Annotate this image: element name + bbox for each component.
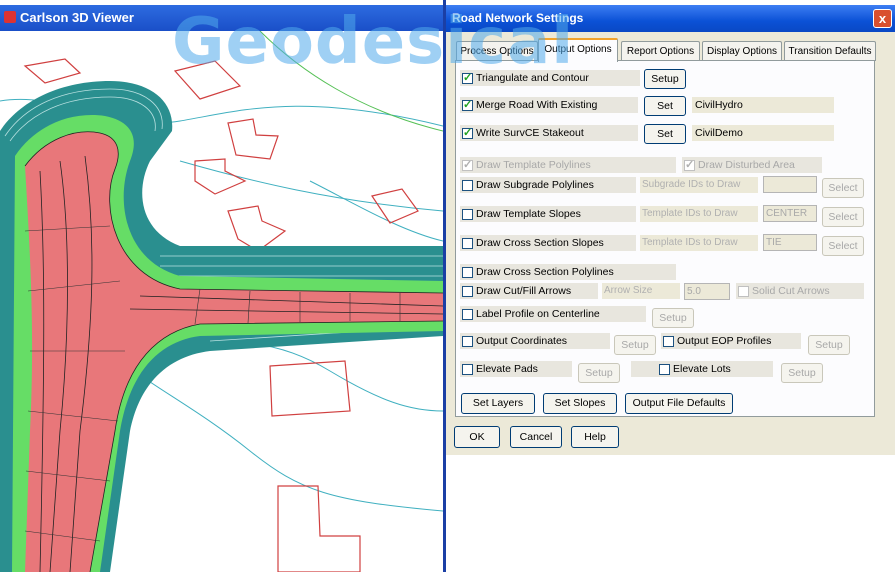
close-icon[interactable]: x: [873, 9, 892, 28]
boundary-line: [259, 30, 443, 132]
draw-template-slopes-label: Draw Template Slopes: [476, 208, 581, 220]
viewer-canvas[interactable]: [0, 30, 443, 572]
output-eop-label: Output EOP Profiles: [677, 335, 772, 347]
label-profile-setup-button[interactable]: Setup: [652, 308, 694, 328]
merge-road-checkbox[interactable]: Merge Road With Existing: [462, 97, 597, 113]
output-coordinates-setup-button[interactable]: Setup: [614, 335, 656, 355]
elevate-pads-label: Elevate Pads: [476, 363, 538, 375]
draw-template-polylines-checkbox[interactable]: Draw Template Polylines: [462, 157, 591, 173]
template-ids-input[interactable]: CENTER: [763, 205, 817, 222]
triangulate-setup-button[interactable]: Setup: [644, 69, 686, 89]
tab-display-options[interactable]: Display Options: [702, 41, 782, 61]
road-network-settings-dialog: Road Network Settings x Process Options …: [446, 5, 895, 455]
draw-subgrade-checkbox[interactable]: Draw Subgrade Polylines: [462, 177, 594, 193]
subgrade-ids-input[interactable]: [763, 176, 817, 193]
draw-template-polylines-label: Draw Template Polylines: [476, 159, 591, 171]
cross-section-ids-label: Template IDs to Draw: [640, 235, 758, 251]
elevate-lots-checkbox[interactable]: Elevate Lots: [659, 361, 731, 377]
elevate-lots-setup-button[interactable]: Setup: [781, 363, 823, 383]
checkbox-box[interactable]: [684, 158, 695, 171]
elevate-pads-checkbox[interactable]: Elevate Pads: [462, 361, 538, 377]
draw-subgrade-label: Draw Subgrade Polylines: [476, 179, 594, 191]
viewer-title-bar: Carlson 3D Viewer: [0, 5, 443, 31]
set-layers-button[interactable]: Set Layers: [461, 393, 535, 414]
tab-transition-defaults[interactable]: Transition Defaults: [784, 41, 876, 61]
draw-cut-fill-arrows-checkbox[interactable]: Draw Cut/Fill Arrows: [462, 283, 571, 299]
checkbox-box[interactable]: [663, 335, 674, 347]
checkbox-box[interactable]: [462, 98, 473, 111]
write-survce-label: Write SurvCE Stakeout: [476, 127, 584, 139]
checkbox-box[interactable]: [462, 363, 473, 375]
help-button[interactable]: Help: [571, 426, 619, 448]
draw-disturbed-area-label: Draw Disturbed Area: [698, 159, 795, 171]
checkbox-box[interactable]: [462, 158, 473, 171]
set-slopes-button[interactable]: Set Slopes: [543, 393, 617, 414]
label-profile-label: Label Profile on Centerline: [476, 308, 600, 320]
template-ids-label: Template IDs to Draw: [640, 206, 758, 222]
survce-file-value: CivilDemo: [692, 125, 834, 141]
subgrade-select-button[interactable]: Select: [822, 178, 864, 198]
dialog-title: Road Network Settings: [446, 5, 895, 32]
subgrade-ids-label: Subgrade IDs to Draw: [640, 177, 758, 193]
checkbox-box[interactable]: [462, 71, 473, 84]
road-surface: [25, 131, 443, 572]
output-eop-setup-button[interactable]: Setup: [808, 335, 850, 355]
output-coordinates-label: Output Coordinates: [476, 335, 568, 347]
carlson-app-icon: [4, 11, 16, 23]
arrow-size-input[interactable]: 5.0: [684, 283, 730, 300]
output-options-panel: Triangulate and Contour Setup Merge Road…: [455, 60, 875, 417]
tab-process-options[interactable]: Process Options: [456, 41, 538, 61]
empty-area: [446, 455, 895, 572]
output-eop-checkbox[interactable]: Output EOP Profiles: [663, 333, 771, 349]
write-survce-set-button[interactable]: Set: [644, 124, 686, 144]
viewer-title: Carlson 3D Viewer: [20, 10, 134, 25]
triangulate-label: Triangulate and Contour: [476, 72, 589, 84]
checkbox-box[interactable]: [462, 208, 473, 220]
checkbox-box[interactable]: [462, 126, 473, 139]
write-survce-checkbox[interactable]: Write SurvCE Stakeout: [462, 125, 584, 141]
draw-cross-section-polylines-checkbox[interactable]: Draw Cross Section Polylines: [462, 264, 614, 280]
tab-report-options[interactable]: Report Options: [621, 41, 700, 61]
arrow-size-label: Arrow Size: [602, 283, 680, 299]
cross-section-select-button[interactable]: Select: [822, 236, 864, 256]
ok-button[interactable]: OK: [454, 426, 500, 448]
merge-file-value: CivilHydro: [692, 97, 834, 113]
elevate-lots-label: Elevate Lots: [673, 363, 731, 375]
output-file-defaults-button[interactable]: Output File Defaults: [625, 393, 733, 414]
checkbox-box[interactable]: [462, 179, 473, 191]
draw-template-slopes-checkbox[interactable]: Draw Template Slopes: [462, 206, 581, 222]
merge-set-button[interactable]: Set: [644, 96, 686, 116]
output-coordinates-checkbox[interactable]: Output Coordinates: [462, 333, 567, 349]
triangulate-checkbox[interactable]: Triangulate and Contour: [462, 70, 589, 86]
merge-road-label: Merge Road With Existing: [476, 99, 598, 111]
checkbox-box[interactable]: [462, 335, 473, 347]
checkbox-box[interactable]: [462, 285, 473, 297]
solid-cut-arrows-label: Solid Cut Arrows: [752, 285, 830, 297]
draw-disturbed-area-checkbox[interactable]: Draw Disturbed Area: [684, 157, 795, 173]
draw-cross-section-polylines-label: Draw Cross Section Polylines: [476, 266, 614, 278]
elevate-pads-setup-button[interactable]: Setup: [578, 363, 620, 383]
cancel-button[interactable]: Cancel: [510, 426, 562, 448]
carlson-3d-viewer: Carlson 3D Viewer: [0, 0, 443, 572]
checkbox-box[interactable]: [462, 308, 473, 320]
solid-cut-arrows-checkbox[interactable]: Solid Cut Arrows: [738, 283, 830, 299]
label-profile-checkbox[interactable]: Label Profile on Centerline: [462, 306, 600, 322]
template-slopes-select-button[interactable]: Select: [822, 207, 864, 227]
draw-cross-section-slopes-checkbox[interactable]: Draw Cross Section Slopes: [462, 235, 604, 251]
checkbox-box[interactable]: [738, 285, 749, 297]
checkbox-box[interactable]: [462, 237, 473, 249]
cross-section-ids-input[interactable]: TIE: [763, 234, 817, 251]
checkbox-box[interactable]: [659, 363, 670, 375]
tab-output-options[interactable]: Output Options: [538, 38, 618, 62]
draw-cross-section-slopes-label: Draw Cross Section Slopes: [476, 237, 604, 249]
road-3d-drawing: [0, 30, 443, 572]
draw-cut-fill-arrows-label: Draw Cut/Fill Arrows: [476, 285, 572, 297]
checkbox-box[interactable]: [462, 266, 473, 278]
